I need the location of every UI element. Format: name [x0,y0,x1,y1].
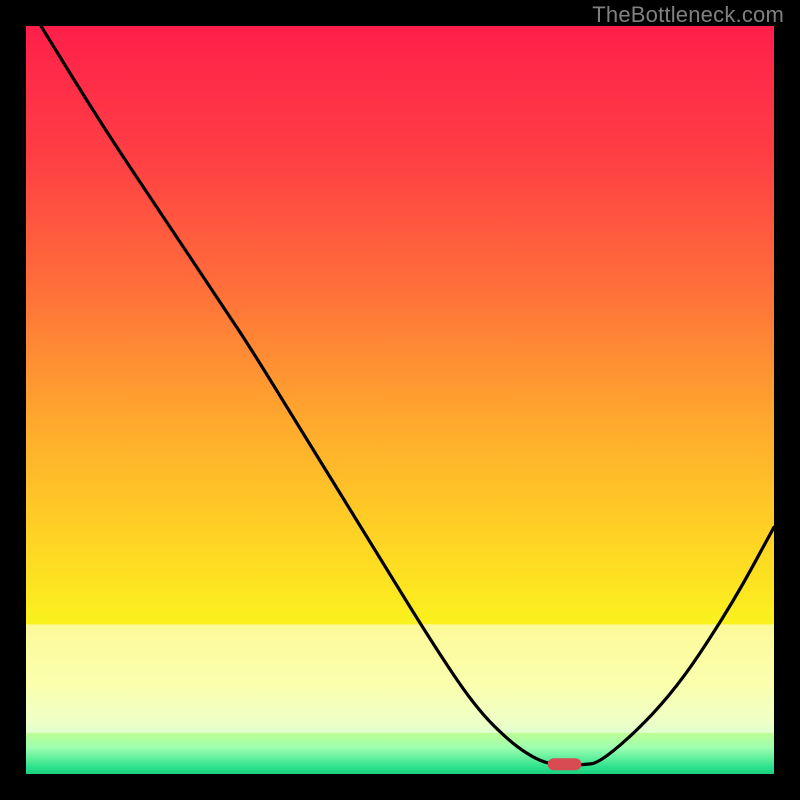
watermark-text: TheBottleneck.com [592,2,784,28]
chart-frame: TheBottleneck.com [0,0,800,800]
plot-svg [26,26,774,774]
plot-area [26,26,774,774]
white-band [26,624,774,733]
trough-marker [548,758,582,770]
